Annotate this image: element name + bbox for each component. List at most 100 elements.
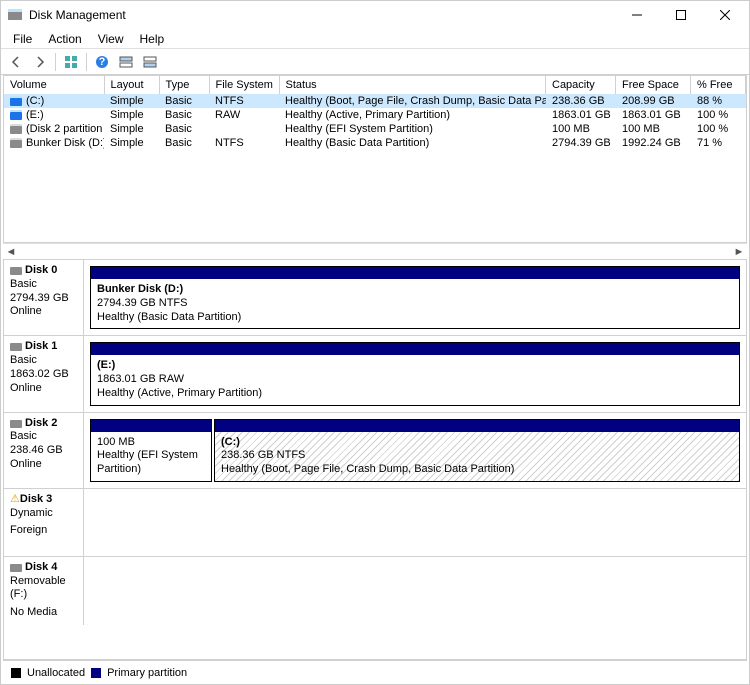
disk-size: 238.46 GB	[10, 444, 77, 458]
disk-row-1[interactable]: Disk 1 Basic 1863.02 GB Online (E:) 1863…	[4, 336, 746, 412]
legend-swatch-primary	[91, 668, 101, 678]
disk-graphical-view: Disk 0 Basic 2794.39 GB Online Bunker Di…	[3, 259, 747, 660]
disk-row-3[interactable]: ⚠Disk 3 Dynamic Foreign	[4, 489, 746, 557]
drive-icon	[10, 124, 22, 134]
drive-icon	[10, 138, 22, 148]
menu-action[interactable]: Action	[40, 30, 89, 48]
view-top-button[interactable]	[115, 51, 137, 73]
horizontal-scrollbar[interactable]: ◄ ►	[3, 243, 747, 259]
disk-type: Basic	[10, 354, 77, 368]
disk-info-cell: Disk 0 Basic 2794.39 GB Online	[4, 260, 84, 335]
back-button[interactable]	[5, 51, 27, 73]
partition-title: (C:)	[221, 436, 733, 450]
scroll-right-icon[interactable]: ►	[731, 244, 747, 260]
disk-icon	[10, 418, 22, 428]
table-row[interactable]: (E:)SimpleBasicRAWHealthy (Active, Prima…	[4, 108, 746, 122]
close-button[interactable]	[703, 1, 747, 29]
warning-icon: ⚠	[10, 493, 20, 505]
drive-icon	[10, 96, 22, 106]
disk-name: Disk 2	[25, 417, 57, 429]
menu-view[interactable]: View	[90, 30, 132, 48]
partition-title: (E:)	[97, 359, 733, 373]
col-volume[interactable]: Volume	[4, 76, 104, 94]
disk-size: 1863.02 GB	[10, 368, 77, 382]
window-title: Disk Management	[29, 8, 615, 22]
disk-row-2[interactable]: Disk 2 Basic 238.46 GB Online 100 MB Hea…	[4, 413, 746, 489]
legend-swatch-unallocated	[11, 668, 21, 678]
scroll-left-icon[interactable]: ◄	[3, 244, 19, 260]
disk-state: Online	[10, 458, 77, 472]
partition-d1-e[interactable]: (E:) 1863.01 GB RAW Healthy (Active, Pri…	[90, 342, 740, 405]
partition-d2-efi[interactable]: 100 MB Healthy (EFI System Partition)	[90, 419, 212, 482]
partition-color-bar	[91, 420, 211, 432]
column-header-row: Volume Layout Type File System Status Ca…	[4, 76, 746, 94]
partition-color-bar	[91, 343, 739, 355]
disk-state: Foreign	[10, 524, 77, 538]
col-capacity[interactable]: Capacity	[546, 76, 616, 94]
col-status[interactable]: Status	[279, 76, 546, 94]
table-row[interactable]: Bunker Disk (D:)SimpleBasicNTFSHealthy (…	[4, 136, 746, 150]
disk-name: Disk 4	[25, 561, 57, 573]
disk-info-cell: Disk 2 Basic 238.46 GB Online	[4, 413, 84, 488]
disk-row-0[interactable]: Disk 0 Basic 2794.39 GB Online Bunker Di…	[4, 260, 746, 336]
volume-list: Volume Layout Type File System Status Ca…	[3, 75, 747, 243]
forward-button[interactable]	[29, 51, 51, 73]
disk-info-cell: Disk 4 Removable (F:) No Media	[4, 557, 84, 625]
disk-type: Basic	[10, 430, 77, 444]
disk-name: Disk 3	[20, 493, 52, 505]
disk-info-cell: ⚠Disk 3 Dynamic Foreign	[4, 489, 84, 556]
disk-icon	[10, 562, 22, 572]
toolbar: ?	[1, 49, 749, 75]
partition-size: 1863.01 GB RAW	[97, 373, 733, 387]
col-pctfree[interactable]: % Free	[691, 76, 746, 94]
view-bottom-button[interactable]	[139, 51, 161, 73]
refresh-button[interactable]	[60, 51, 82, 73]
app-icon	[7, 7, 23, 23]
menu-help[interactable]: Help	[132, 30, 173, 48]
partition-title: Bunker Disk (D:)	[97, 283, 733, 297]
partition-size: 238.36 GB NTFS	[221, 449, 733, 463]
table-row[interactable]: (Disk 2 partition 1)SimpleBasicHealthy (…	[4, 122, 746, 136]
disk-row-4[interactable]: Disk 4 Removable (F:) No Media	[4, 557, 746, 625]
partition-d0-bunker[interactable]: Bunker Disk (D:) 2794.39 GB NTFS Healthy…	[90, 266, 740, 329]
legend-label-unallocated: Unallocated	[27, 667, 85, 679]
disk-type: Basic	[10, 278, 77, 292]
maximize-button[interactable]	[659, 1, 703, 29]
disk-state: Online	[10, 382, 77, 396]
legend: Unallocated Primary partition	[3, 660, 747, 684]
partition-status: Healthy (Boot, Page File, Crash Dump, Ba…	[221, 463, 733, 477]
partition-color-bar	[215, 420, 739, 432]
partition-d2-c[interactable]: (C:) 238.36 GB NTFS Healthy (Boot, Page …	[214, 419, 740, 482]
legend-label-primary: Primary partition	[107, 667, 187, 679]
disk-name: Disk 1	[25, 340, 57, 352]
disk-icon	[10, 265, 22, 275]
partition-status: Healthy (Active, Primary Partition)	[97, 387, 733, 401]
disk-type: Removable (F:)	[10, 575, 77, 603]
minimize-button[interactable]	[615, 1, 659, 29]
partition-status: Healthy (Basic Data Partition)	[97, 311, 733, 325]
menu-file[interactable]: File	[5, 30, 40, 48]
partition-status: Healthy (EFI System Partition)	[97, 449, 205, 477]
svg-text:?: ?	[99, 56, 106, 68]
partition-color-bar	[91, 267, 739, 279]
disk-state: Online	[10, 305, 77, 319]
title-bar: Disk Management	[1, 1, 749, 29]
partition-size: 2794.39 GB NTFS	[97, 297, 733, 311]
toolbar-separator	[55, 53, 56, 71]
menu-bar: File Action View Help	[1, 29, 749, 49]
disk-info-cell: Disk 1 Basic 1863.02 GB Online	[4, 336, 84, 411]
drive-icon	[10, 110, 22, 120]
disk-state: No Media	[10, 606, 77, 620]
col-filesystem[interactable]: File System	[209, 76, 279, 94]
col-layout[interactable]: Layout	[104, 76, 159, 94]
disk-icon	[10, 341, 22, 351]
col-freespace[interactable]: Free Space	[616, 76, 691, 94]
col-type[interactable]: Type	[159, 76, 209, 94]
disk-type: Dynamic	[10, 507, 77, 521]
help-button[interactable]: ?	[91, 51, 113, 73]
table-row[interactable]: (C:)SimpleBasicNTFSHealthy (Boot, Page F…	[4, 94, 746, 108]
disk-size: 2794.39 GB	[10, 292, 77, 306]
partition-size: 100 MB	[97, 436, 205, 450]
toolbar-separator	[86, 53, 87, 71]
disk-name: Disk 0	[25, 264, 57, 276]
